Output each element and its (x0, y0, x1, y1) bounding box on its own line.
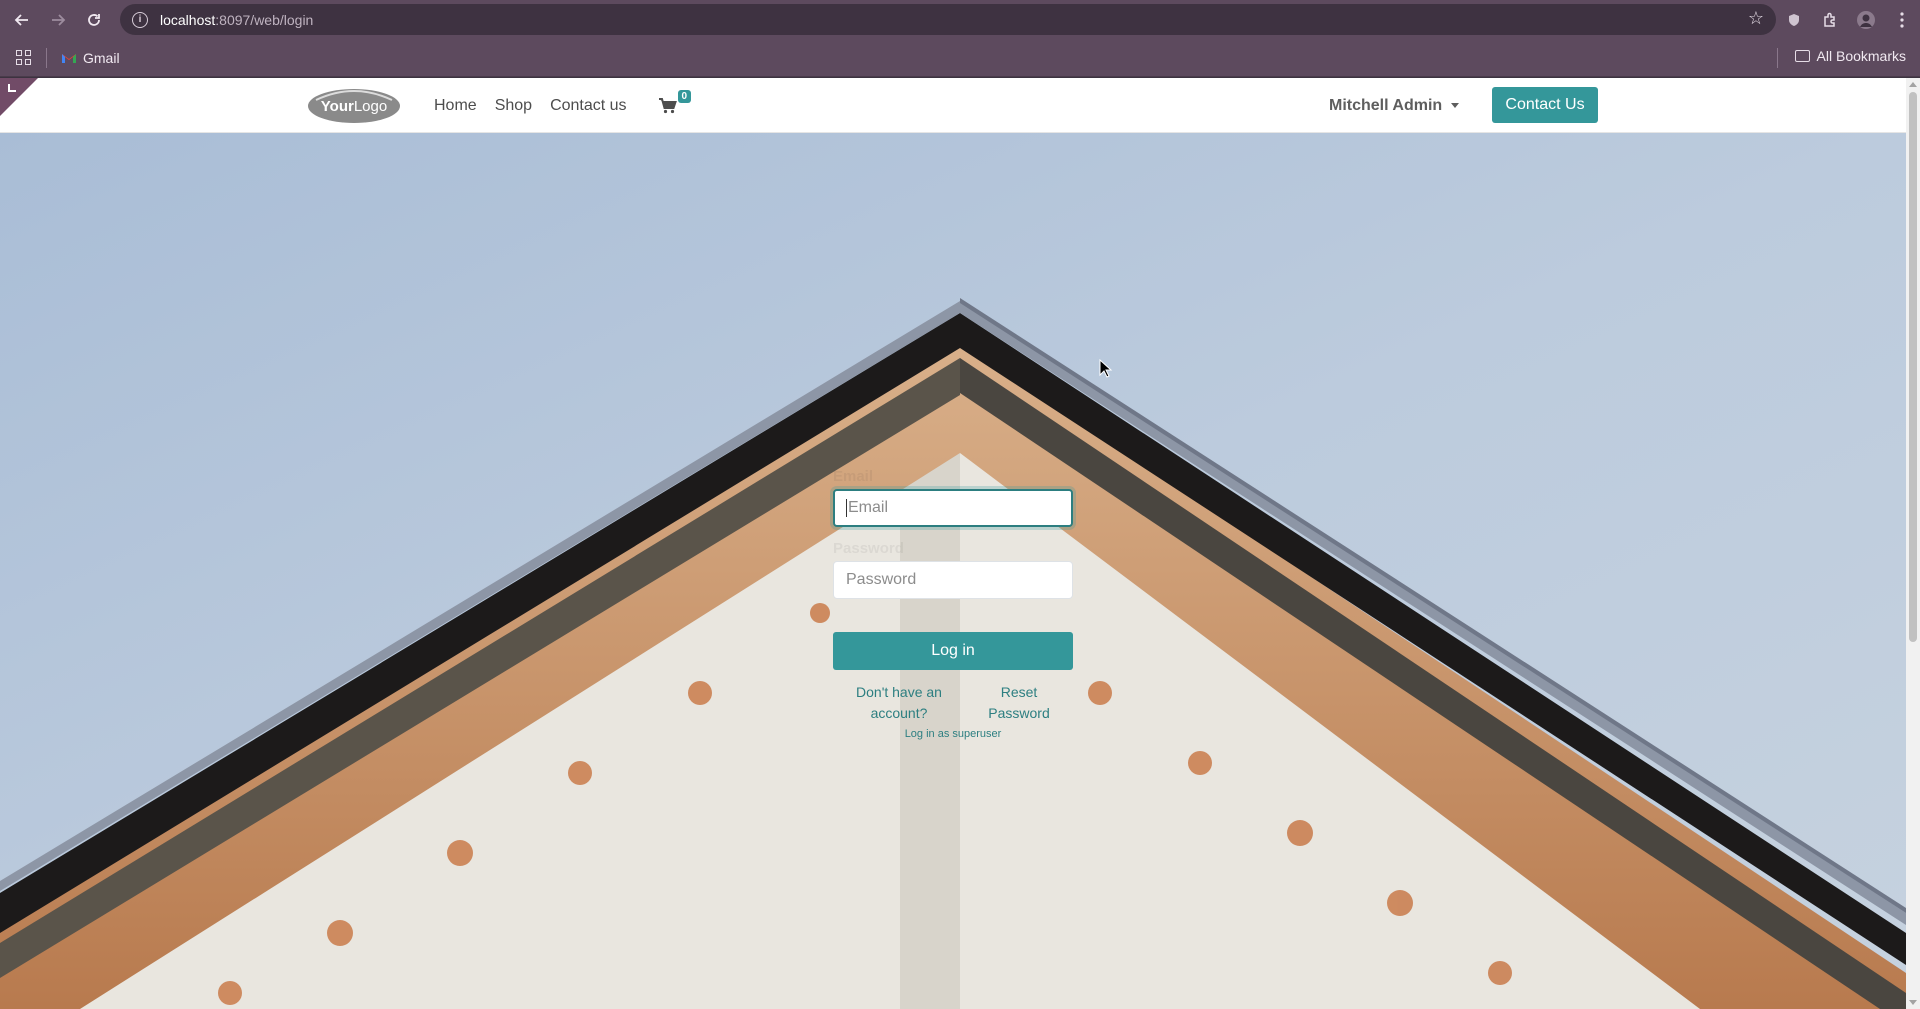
reload-icon (88, 13, 100, 26)
browser-menu-icon[interactable] (1884, 0, 1920, 39)
site-header: YourLogo Home Shop Contact us 0 Mitchell… (0, 78, 1906, 133)
scroll-up-arrow-icon[interactable] (1909, 82, 1917, 87)
profile-avatar-icon[interactable] (1848, 0, 1884, 39)
gmail-icon (62, 53, 76, 63)
superuser-login-link[interactable]: Log in as superuser (833, 728, 1073, 740)
all-bookmarks-button[interactable]: All Bookmarks (1794, 48, 1906, 64)
signup-link[interactable]: Don't have an account? (851, 682, 947, 724)
page-scrollbar[interactable] (1906, 78, 1920, 1009)
cart-button[interactable]: 0 (658, 89, 692, 118)
browser-toolbar: i localhost:8097/web/login ☆ (0, 0, 1920, 39)
email-label: Email (833, 468, 874, 485)
back-button[interactable] (8, 6, 36, 34)
site-logo[interactable]: YourLogo (306, 86, 402, 126)
svg-text:YourLogo: YourLogo (321, 98, 387, 115)
extensions-puzzle-icon[interactable] (1812, 0, 1848, 39)
nav-home[interactable]: Home (434, 97, 477, 115)
bookmark-star-icon[interactable]: ☆ (1748, 8, 1764, 29)
user-menu-toggle[interactable]: Mitchell Admin (1329, 78, 1460, 133)
email-field[interactable]: Email (833, 489, 1073, 527)
text-cursor (846, 499, 847, 517)
contact-us-button[interactable]: Contact Us (1492, 87, 1598, 123)
bookmarks-bar: Gmail All Bookmarks (0, 39, 1920, 77)
mouse-pointer-icon (1099, 359, 1113, 378)
url-host: localhost (160, 11, 216, 28)
reset-password-link[interactable]: Reset Password (983, 682, 1055, 724)
shopping-cart-icon (658, 97, 677, 113)
forward-arrow-icon (52, 13, 66, 26)
password-label: Password (833, 540, 904, 557)
all-bookmarks-separator (1777, 48, 1778, 68)
main-nav: Home Shop Contact us 0 (434, 78, 692, 133)
login-button[interactable]: Log in (833, 632, 1073, 670)
bookmark-label: Gmail (83, 49, 120, 66)
nav-contact-us[interactable]: Contact us (550, 97, 626, 115)
scrollbar-thumb[interactable] (1909, 92, 1917, 642)
reload-button[interactable] (80, 6, 108, 34)
cart-count-badge: 0 (677, 89, 692, 103)
chevron-down-icon (1451, 103, 1460, 108)
password-field[interactable]: Password (833, 561, 1073, 599)
extension-shield-icon[interactable] (1776, 0, 1812, 39)
page-viewport: YourLogo Home Shop Contact us 0 Mitchell… (0, 78, 1906, 1009)
all-bookmarks-label: All Bookmarks (1816, 48, 1906, 64)
bookmark-gmail[interactable]: Gmail (61, 50, 120, 66)
nav-shop[interactable]: Shop (495, 97, 532, 115)
scroll-down-arrow-icon[interactable] (1909, 1000, 1917, 1005)
password-placeholder: Password (846, 571, 917, 588)
url-text[interactable]: localhost:8097/web/login (160, 12, 313, 28)
site-info-icon[interactable]: i (132, 11, 148, 28)
editor-toggle-corner[interactable] (0, 78, 38, 116)
forward-button[interactable] (44, 6, 72, 34)
bookmarks-separator (46, 47, 47, 68)
editor-toggle-icon (8, 84, 16, 92)
login-form: Email Email Password Password Log in Don… (833, 465, 1073, 740)
back-arrow-icon (14, 13, 28, 26)
address-bar[interactable]: i localhost:8097/web/login ☆ (120, 4, 1776, 35)
folder-icon (1794, 50, 1810, 62)
auth-links: Don't have an account? Reset Password (833, 682, 1073, 724)
apps-grid-icon[interactable] (16, 49, 32, 66)
email-placeholder: Email (848, 499, 889, 516)
user-name: Mitchell Admin (1329, 96, 1443, 114)
url-path: :8097/web/login (215, 11, 314, 28)
